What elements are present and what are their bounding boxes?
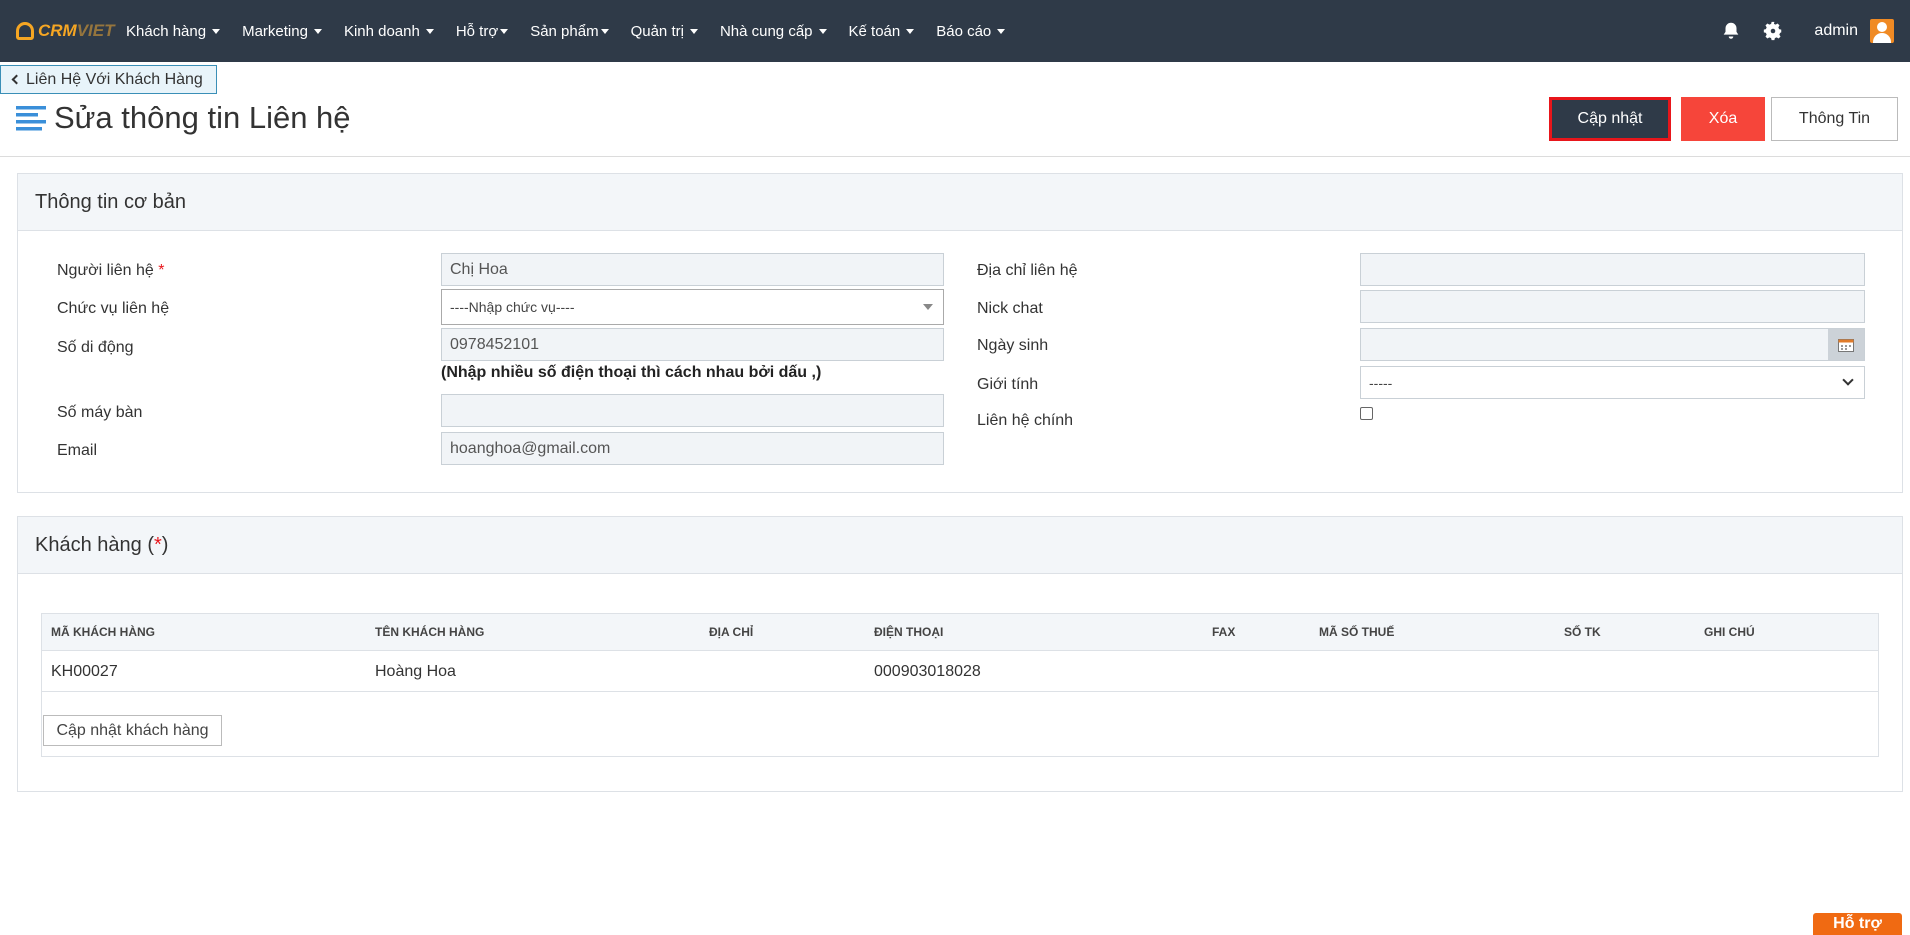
- menu-quan-tri[interactable]: Quản trị: [631, 23, 698, 40]
- list-icon: [16, 106, 46, 131]
- menu-khach-hang[interactable]: Khách hàng: [126, 22, 221, 40]
- table-header: Mã khách hàng Tên khách hàng Địa chỉ Điệ…: [42, 614, 1878, 651]
- update-customer-button[interactable]: Cập nhật khách hàng: [43, 715, 222, 746]
- gear-icon[interactable]: [1762, 20, 1784, 42]
- contact-person-input[interactable]: Chị Hoa: [441, 253, 944, 286]
- col-note: Ghi chú: [1704, 625, 1755, 639]
- menu-nha-cung-cap[interactable]: Nhà cung cấp: [720, 23, 827, 40]
- chevron-left-icon: [11, 74, 22, 85]
- col-address: Địa chỉ: [709, 625, 754, 639]
- gender-select-value: -----: [1369, 374, 1393, 391]
- cell-code: KH00027: [51, 663, 118, 680]
- menu-san-pham[interactable]: Sản phẩm: [530, 22, 609, 40]
- mobile-hint: (Nhập nhiều số điện thoại thì cách nhau …: [441, 364, 822, 381]
- address-label: Địa chỉ liên hệ: [977, 262, 1078, 279]
- caret-down-icon: [818, 28, 827, 34]
- caret-down-icon: [689, 28, 698, 34]
- menu-label: Kế toán: [848, 22, 901, 40]
- menu-label: Nhà cung cấp: [719, 22, 813, 40]
- contact-person-label: Người liên hệ *: [57, 262, 165, 280]
- menu-label: Marketing: [242, 22, 308, 40]
- mobile-label: Số di động: [57, 339, 134, 356]
- heading-text: Khách hàng (: [35, 533, 154, 556]
- position-select[interactable]: ----Nhập chức vụ----: [441, 289, 944, 325]
- menu-label: Khách hàng: [126, 22, 207, 40]
- menu-ho-tro[interactable]: Hỗ trợ: [455, 22, 509, 40]
- page-header: Sửa thông tin Liên hệ: [16, 100, 351, 136]
- panel-heading: Thông tin cơ bản: [18, 174, 1902, 231]
- gender-select[interactable]: -----: [1360, 366, 1865, 399]
- info-button[interactable]: Thông Tin: [1771, 97, 1898, 141]
- col-name: Tên khách hàng: [375, 625, 485, 639]
- menu-label: Sản phẩm: [530, 22, 599, 40]
- caret-down-icon: [500, 28, 509, 34]
- logo-icon: [16, 22, 34, 40]
- menu-label: Kinh doanh: [343, 22, 420, 40]
- menu-label: Hỗ trợ: [455, 22, 499, 40]
- heading-text-suffix: ): [161, 533, 169, 556]
- customers-table: Mã khách hàng Tên khách hàng Địa chỉ Điệ…: [41, 613, 1879, 757]
- cell-phone: 000903018028: [874, 663, 981, 680]
- help-button[interactable]: Hỗ trợ: [1813, 913, 1902, 935]
- caret-down-icon: [997, 28, 1006, 34]
- email-input[interactable]: hoanghoa@gmail.com: [441, 432, 944, 465]
- page-title: Sửa thông tin Liên hệ: [54, 100, 351, 135]
- landline-input[interactable]: [441, 394, 944, 427]
- table-row[interactable]: KH00027 Hoàng Hoa 000903018028: [42, 651, 1878, 692]
- email-label: Email: [57, 442, 98, 459]
- caret-down-icon: [313, 28, 322, 34]
- gender-label: Giới tính: [977, 376, 1039, 393]
- landline-label: Số máy bàn: [57, 404, 143, 421]
- caret-down-icon: [906, 28, 915, 34]
- customers-panel: Khách hàng (*) Mã khách hàng Tên khách h…: [17, 516, 1903, 792]
- col-fax: Fax: [1212, 625, 1236, 639]
- basic-info-panel: Thông tin cơ bản Người liên hệ * Chị Hoa…: [17, 173, 1903, 493]
- primary-contact-label: Liên hệ chính: [977, 412, 1074, 429]
- logo-text-viet: VIET: [76, 21, 115, 40]
- cell-name: Hoàng Hoa: [375, 663, 456, 680]
- user-name[interactable]: admin: [1814, 22, 1858, 40]
- col-account: Số TK: [1564, 625, 1601, 639]
- required-marker: *: [158, 262, 165, 279]
- menu-ke-toan[interactable]: Kế toán: [849, 23, 915, 40]
- avatar[interactable]: [1870, 19, 1894, 43]
- chevron-down-icon: [1842, 374, 1854, 386]
- caret-down-icon: [425, 28, 434, 34]
- col-phone: Điện thoại: [874, 625, 944, 639]
- caret-down-icon: [600, 28, 609, 34]
- address-input[interactable]: [1360, 253, 1865, 286]
- back-link-label: Liên Hệ Với Khách Hàng: [26, 70, 203, 88]
- mobile-input[interactable]: 0978452101: [441, 328, 944, 361]
- menu-label: Báo cáo: [936, 22, 992, 40]
- bell-icon[interactable]: [1720, 20, 1742, 42]
- nick-chat-input[interactable]: [1360, 290, 1865, 323]
- nick-chat-label: Nick chat: [977, 300, 1043, 317]
- menu-label: Quản trị: [630, 22, 684, 40]
- dropdown-arrow-icon: [923, 304, 933, 310]
- logo-text-crm: CRM: [38, 21, 77, 40]
- birthday-label: Ngày sinh: [977, 337, 1049, 354]
- panel-heading: Khách hàng (*): [18, 517, 1902, 574]
- crmviet-logo[interactable]: CRM VIET: [16, 21, 118, 41]
- menu-marketing[interactable]: Marketing: [242, 23, 322, 40]
- calendar-icon[interactable]: [1828, 329, 1864, 360]
- position-label: Chức vụ liên hệ: [57, 300, 170, 317]
- menu-bao-cao[interactable]: Báo cáo: [936, 22, 1006, 40]
- nav-right: admin: [1720, 0, 1894, 62]
- birthday-input[interactable]: [1360, 328, 1865, 361]
- primary-contact-checkbox[interactable]: [1360, 407, 1373, 420]
- delete-button[interactable]: Xóa: [1681, 97, 1765, 141]
- update-button[interactable]: Cập nhật: [1549, 97, 1671, 141]
- position-select-value: ----Nhập chức vụ----: [450, 299, 575, 315]
- main-menu: Khách hàng Marketing Kinh doanh Hỗ trợ S…: [126, 23, 1027, 40]
- top-navbar: CRM VIET Khách hàng Marketing Kinh doanh…: [0, 0, 1910, 62]
- col-code: Mã khách hàng: [51, 625, 155, 639]
- col-tax: Mã số thuế: [1319, 625, 1395, 639]
- header-divider: [0, 156, 1910, 157]
- back-link[interactable]: Liên Hệ Với Khách Hàng: [0, 65, 217, 94]
- label-text: Người liên hệ: [57, 262, 154, 279]
- menu-kinh-doanh[interactable]: Kinh doanh: [344, 23, 434, 40]
- caret-down-icon: [212, 28, 221, 34]
- required-marker: *: [153, 533, 162, 556]
